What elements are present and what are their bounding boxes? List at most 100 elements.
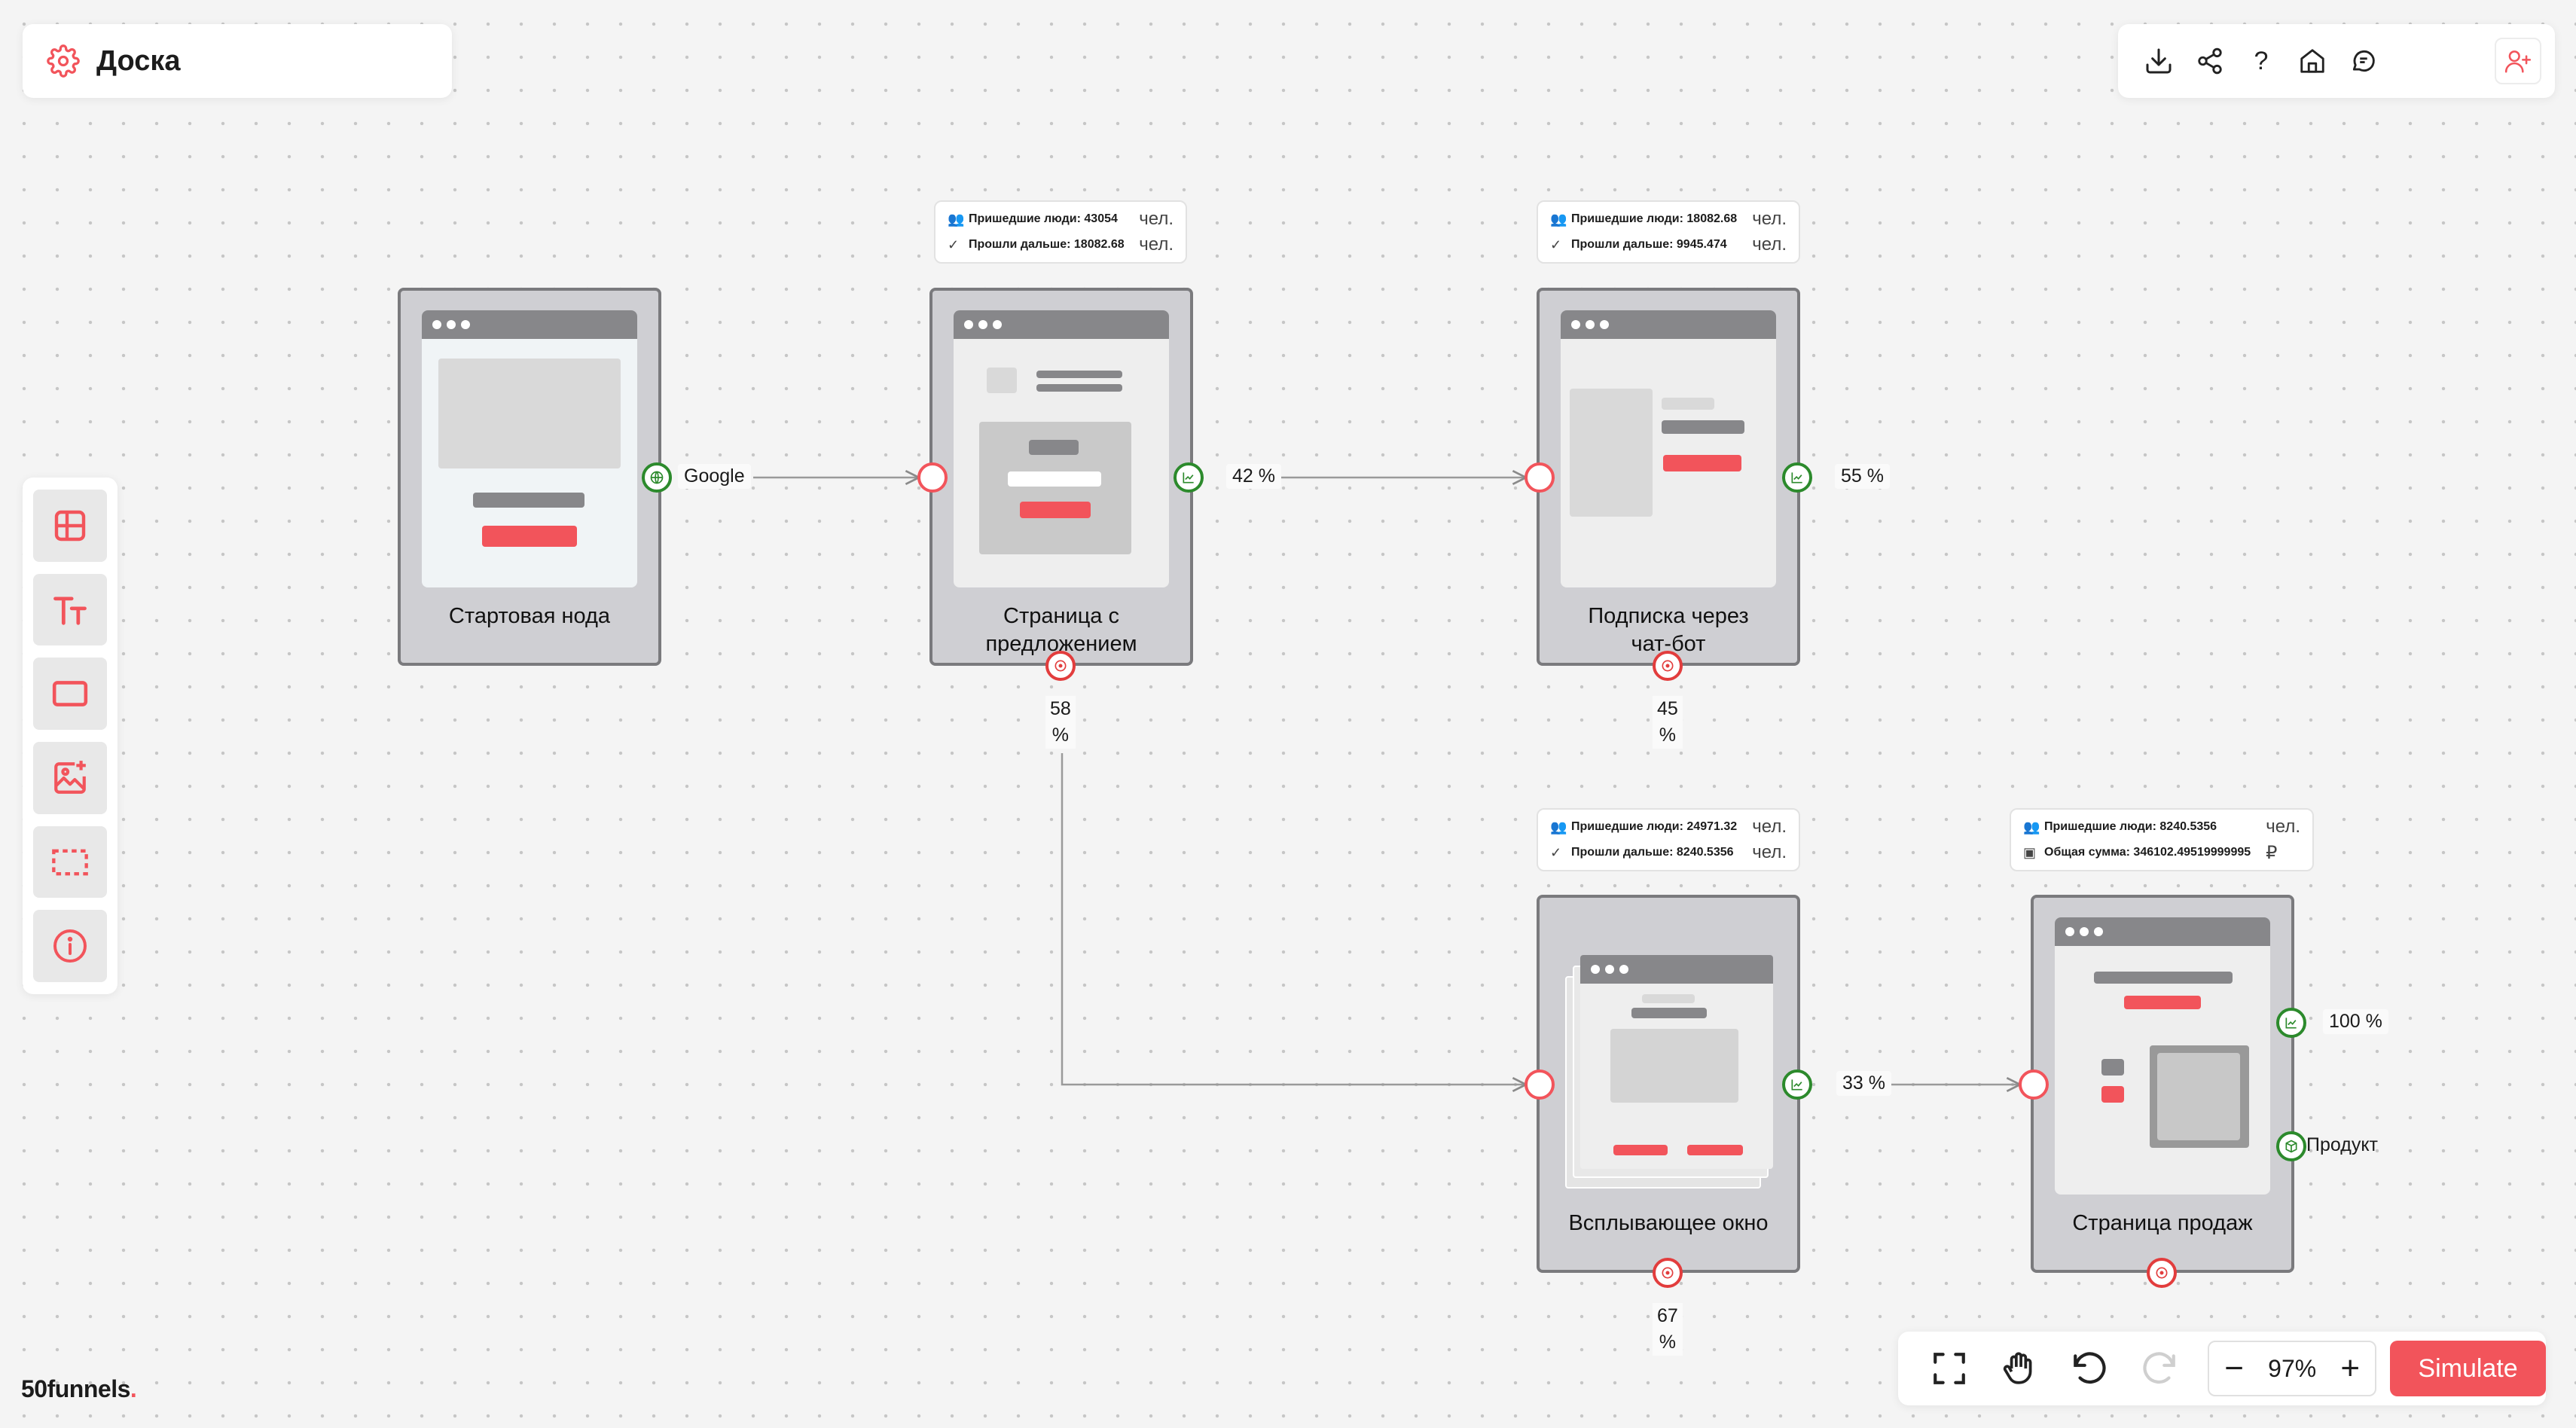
node-label: Стартовая нода [448,604,611,628]
add-user-icon[interactable] [2495,38,2541,84]
percent-sign: % [1659,1332,1677,1353]
edge-label-product: Продукт [2306,1134,2378,1155]
button-placeholder [1020,502,1091,518]
stats-passed: Прошли дальше: 18082.68 [969,238,1125,251]
button-placeholder [482,526,577,547]
fullscreen-icon[interactable] [1915,1338,1985,1399]
zoom-out-button[interactable]: − [2224,1350,2244,1387]
simulate-button[interactable]: Simulate [2390,1341,2546,1396]
exit-percent-value: 45 [1657,698,1678,719]
text-placeholder [1642,994,1695,1003]
zoom-level: 97% [2268,1354,2317,1382]
zoom-in-button[interactable]: + [2340,1350,2360,1387]
node-thumbnail [2055,917,2270,1195]
selection-icon[interactable] [33,825,107,899]
button-placeholder [1687,1145,1743,1155]
edge-label-offer-next: 42 % [1226,464,1281,489]
exit-port-icon[interactable] [2147,1258,2177,1288]
stats-unit: чел. [1139,234,1174,255]
product-image-placeholder [2157,1053,2240,1140]
redo-icon[interactable] [2124,1338,2194,1399]
board-title[interactable]: Доска [96,45,181,78]
node-sales[interactable]: Страница продаж [2031,895,2294,1273]
button-placeholder [1613,1145,1668,1155]
stats-unit: чел. [1752,842,1787,862]
people-icon: 👥 [2023,819,2040,835]
top-toolbar: ? [2118,24,2555,98]
stats-card-sales: 👥 Пришедшие люди: 8240.5356 чел. ▣ Общая су… [2010,808,2314,871]
home-icon[interactable] [2287,35,2338,87]
currency-sign: ₽ [2266,842,2278,863]
stats-card-popup: 👥 Пришедшие люди: 24971.32 чел. ✓ Прошли да… [1537,808,1800,871]
text-placeholder [2094,972,2233,984]
node-chatbot[interactable]: Подписка через чат-бот [1537,288,1800,666]
rectangle-icon[interactable] [33,658,107,731]
percent-sign: % [1659,725,1677,746]
chart-icon[interactable] [1174,462,1204,493]
exit-percent-value: 58 [1050,698,1071,719]
stats-arrived: Пришедшие люди: 8240.5356 [2044,820,2217,833]
edge-label-chatbot-next: 55 % [1835,464,1890,489]
exit-port-icon[interactable] [1653,651,1683,681]
edge-label-chatbot-exit: 45 % [1653,696,1683,749]
node-popup[interactable]: Всплывающее окно [1537,895,1800,1273]
input-port[interactable] [1525,462,1555,493]
node-label: Подписка через чат-бот [1588,604,1749,656]
image-placeholder [438,359,621,468]
bottom-toolbar: − 97% + Simulate [1898,1332,2546,1405]
edge-offer-popup [1061,753,1526,1085]
info-icon[interactable] [33,910,107,983]
node-label: Страница продаж [2072,1211,2253,1235]
stats-total-sum: Общая сумма: 346102.49519999995 [2044,846,2251,859]
input-port[interactable] [1525,1069,1555,1100]
node-start[interactable]: Стартовая нода [398,288,661,666]
input-port[interactable] [917,462,948,493]
node-offer[interactable]: Страница с предложением [929,288,1193,666]
window-bar [1561,310,1776,339]
hand-icon[interactable] [1985,1338,2055,1399]
stats-arrived: Пришедшие люди: 18082.68 [1571,212,1738,225]
download-icon[interactable] [2133,35,2184,87]
layout-icon[interactable] [33,490,107,562]
money-icon: ▣ [2023,844,2037,860]
exit-port-icon[interactable] [1653,1258,1683,1288]
node-label: Страница с предложением [985,604,1137,656]
text-placeholder [473,493,584,508]
exit-port-icon[interactable] [1045,651,1076,681]
edge-label-google: Google [678,464,751,489]
stats-arrived: Пришедшие люди: 24971.32 [1571,820,1738,833]
chart-icon[interactable] [1782,462,1812,493]
stats-unit: чел. [1752,816,1787,837]
image-placeholder [1610,1029,1738,1103]
help-label: ? [2254,46,2269,75]
node-thumbnail [422,310,637,587]
chat-icon[interactable] [2338,35,2389,87]
edge-label-popup-next: 33 % [1836,1071,1891,1096]
check-icon: ✓ [948,236,960,252]
node-thumbnail [1561,310,1776,587]
text-placeholder [1036,371,1122,378]
share-icon[interactable] [2184,35,2236,87]
stats-card-offer: 👥 Пришедшие люди: 43054 чел. ✓ Прошли дальш… [934,200,1187,264]
icon-placeholder [2101,1059,2124,1076]
input-port[interactable] [2019,1069,2049,1100]
globe-icon[interactable] [642,462,672,493]
edge-label-sales-next: 100 % [2323,1009,2388,1034]
undo-icon[interactable] [2055,1338,2125,1399]
people-icon: 👥 [948,211,965,227]
add-image-icon[interactable] [33,742,107,814]
text-icon[interactable] [33,573,107,646]
stats-card-chatbot: 👥 Пришедшие люди: 18082.68 чел. ✓ Прошли да… [1537,200,1800,264]
chart-icon[interactable] [1782,1069,1812,1100]
window-bar [422,310,637,339]
zoom-control: − 97% + [2208,1341,2377,1396]
price-placeholder [2124,996,2201,1009]
help-icon[interactable]: ? [2236,35,2287,87]
edge-label-popup-exit: 67 % [1653,1303,1683,1356]
stats-passed: Прошли дальше: 9945.474 [1571,238,1727,251]
brand-name: 50funnels [21,1375,130,1402]
percent-sign: % [1051,725,1070,746]
chart-icon[interactable] [2276,1008,2306,1038]
gear-icon[interactable] [47,44,80,78]
stats-unit: чел. [2266,816,2300,837]
